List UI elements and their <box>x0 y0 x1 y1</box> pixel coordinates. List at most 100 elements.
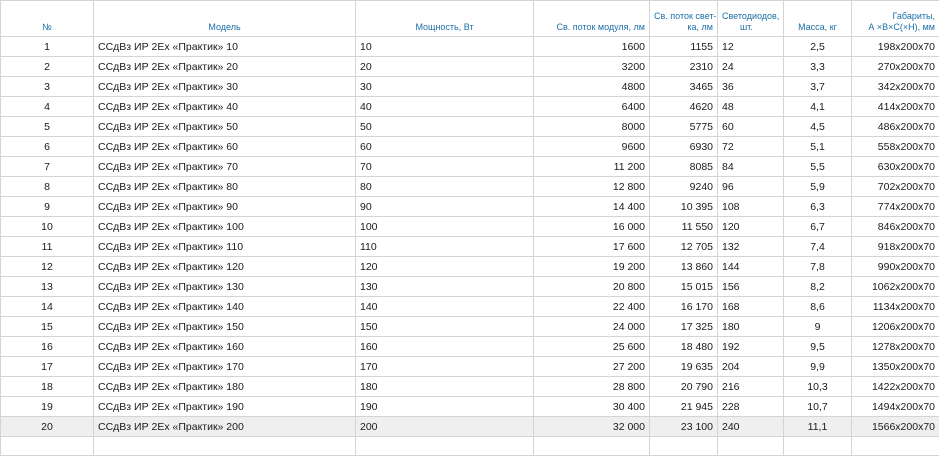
cell-power: 30 <box>356 77 534 97</box>
cell-lamp-flux: 18 480 <box>650 337 718 357</box>
cell-leds: 180 <box>718 317 784 337</box>
cell-dimensions: 414x200x70 <box>852 97 939 117</box>
cell-module-flux: 1600 <box>534 37 650 57</box>
cell-module-flux: 20 800 <box>534 277 650 297</box>
cell-model: ССдВз ИР 2Ех «Практик» 20 <box>94 57 356 77</box>
cell-number: 16 <box>1 337 94 357</box>
cell-leds: 216 <box>718 377 784 397</box>
cell-mass: 4,5 <box>784 117 852 137</box>
cell-model: ССдВз ИР 2Ех «Практик» 40 <box>94 97 356 117</box>
cell-module-flux: 12 800 <box>534 177 650 197</box>
cell-module-flux: 14 400 <box>534 197 650 217</box>
cell-number: 6 <box>1 137 94 157</box>
table-row: 7ССдВз ИР 2Ех «Практик» 707011 200808584… <box>1 157 939 177</box>
cell-mass: 6,3 <box>784 197 852 217</box>
empty-cell <box>356 437 534 456</box>
cell-leds: 120 <box>718 217 784 237</box>
cell-leds: 60 <box>718 117 784 137</box>
cell-leds: 108 <box>718 197 784 217</box>
cell-module-flux: 4800 <box>534 77 650 97</box>
cell-number: 12 <box>1 257 94 277</box>
cell-lamp-flux: 16 170 <box>650 297 718 317</box>
cell-model: ССдВз ИР 2Ех «Практик» 50 <box>94 117 356 137</box>
cell-number: 5 <box>1 117 94 137</box>
cell-lamp-flux: 15 015 <box>650 277 718 297</box>
cell-number: 4 <box>1 97 94 117</box>
cell-mass: 8,6 <box>784 297 852 317</box>
cell-number: 20 <box>1 417 94 437</box>
cell-mass: 7,4 <box>784 237 852 257</box>
cell-model: ССдВз ИР 2Ех «Практик» 110 <box>94 237 356 257</box>
empty-table-row <box>1 437 939 456</box>
cell-module-flux: 32 000 <box>534 417 650 437</box>
empty-cell <box>784 437 852 456</box>
cell-mass: 6,7 <box>784 217 852 237</box>
cell-mass: 9 <box>784 317 852 337</box>
cell-power: 140 <box>356 297 534 317</box>
cell-number: 3 <box>1 77 94 97</box>
table-row: 17ССдВз ИР 2Ех «Практик» 17017027 20019 … <box>1 357 939 377</box>
cell-module-flux: 22 400 <box>534 297 650 317</box>
table-row: 3ССдВз ИР 2Ех «Практик» 303048003465363,… <box>1 77 939 97</box>
cell-lamp-flux: 9240 <box>650 177 718 197</box>
cell-module-flux: 3200 <box>534 57 650 77</box>
cell-leds: 96 <box>718 177 784 197</box>
empty-cell <box>1 437 94 456</box>
empty-cell <box>534 437 650 456</box>
cell-leds: 36 <box>718 77 784 97</box>
cell-dimensions: 1566x200x70 <box>852 417 939 437</box>
cell-dimensions: 630x200x70 <box>852 157 939 177</box>
cell-dimensions: 990x200x70 <box>852 257 939 277</box>
cell-number: 13 <box>1 277 94 297</box>
cell-mass: 3,3 <box>784 57 852 77</box>
col-header-mass: Масса, кг <box>784 1 852 37</box>
cell-mass: 8,2 <box>784 277 852 297</box>
cell-model: ССдВз ИР 2Ех «Практик» 80 <box>94 177 356 197</box>
cell-model: ССдВз ИР 2Ех «Практик» 130 <box>94 277 356 297</box>
cell-dimensions: 702x200x70 <box>852 177 939 197</box>
cell-lamp-flux: 2310 <box>650 57 718 77</box>
cell-dimensions: 486x200x70 <box>852 117 939 137</box>
cell-mass: 9,9 <box>784 357 852 377</box>
cell-model: ССдВз ИР 2Ех «Практик» 170 <box>94 357 356 377</box>
table-row: 1ССдВз ИР 2Ех «Практик» 101016001155122,… <box>1 37 939 57</box>
cell-dimensions: 846x200x70 <box>852 217 939 237</box>
empty-cell <box>718 437 784 456</box>
cell-dimensions: 918x200x70 <box>852 237 939 257</box>
col-header-leds: Светодиодов,шт. <box>718 1 784 37</box>
empty-cell <box>852 437 939 456</box>
cell-number: 17 <box>1 357 94 377</box>
table-row: 15ССдВз ИР 2Ех «Практик» 15015024 00017 … <box>1 317 939 337</box>
cell-lamp-flux: 5775 <box>650 117 718 137</box>
cell-model: ССдВз ИР 2Ех «Практик» 70 <box>94 157 356 177</box>
col-header-dimensions-line2: А ×В×С(×Н), мм <box>868 22 935 32</box>
col-header-lamp-flux-line1: Св. поток свет- <box>654 11 716 21</box>
cell-leds: 156 <box>718 277 784 297</box>
cell-mass: 5,1 <box>784 137 852 157</box>
cell-power: 50 <box>356 117 534 137</box>
cell-leds: 204 <box>718 357 784 377</box>
cell-module-flux: 16 000 <box>534 217 650 237</box>
cell-leds: 240 <box>718 417 784 437</box>
cell-dimensions: 1422x200x70 <box>852 377 939 397</box>
cell-power: 40 <box>356 97 534 117</box>
cell-power: 60 <box>356 137 534 157</box>
cell-leds: 72 <box>718 137 784 157</box>
table-row: 19ССдВз ИР 2Ех «Практик» 19019030 40021 … <box>1 397 939 417</box>
table-row: 14ССдВз ИР 2Ех «Практик» 14014022 40016 … <box>1 297 939 317</box>
cell-lamp-flux: 20 790 <box>650 377 718 397</box>
cell-model: ССдВз ИР 2Ех «Практик» 190 <box>94 397 356 417</box>
cell-leds: 84 <box>718 157 784 177</box>
cell-dimensions: 558x200x70 <box>852 137 939 157</box>
cell-module-flux: 17 600 <box>534 237 650 257</box>
cell-model: ССдВз ИР 2Ех «Практик» 180 <box>94 377 356 397</box>
cell-number: 1 <box>1 37 94 57</box>
cell-dimensions: 774x200x70 <box>852 197 939 217</box>
cell-model: ССдВз ИР 2Ех «Практик» 60 <box>94 137 356 157</box>
cell-model: ССдВз ИР 2Ех «Практик» 10 <box>94 37 356 57</box>
table-row: 4ССдВз ИР 2Ех «Практик» 404064004620484,… <box>1 97 939 117</box>
cell-number: 9 <box>1 197 94 217</box>
table-row: 12ССдВз ИР 2Ех «Практик» 12012019 20013 … <box>1 257 939 277</box>
cell-lamp-flux: 6930 <box>650 137 718 157</box>
cell-model: ССдВз ИР 2Ех «Практик» 140 <box>94 297 356 317</box>
